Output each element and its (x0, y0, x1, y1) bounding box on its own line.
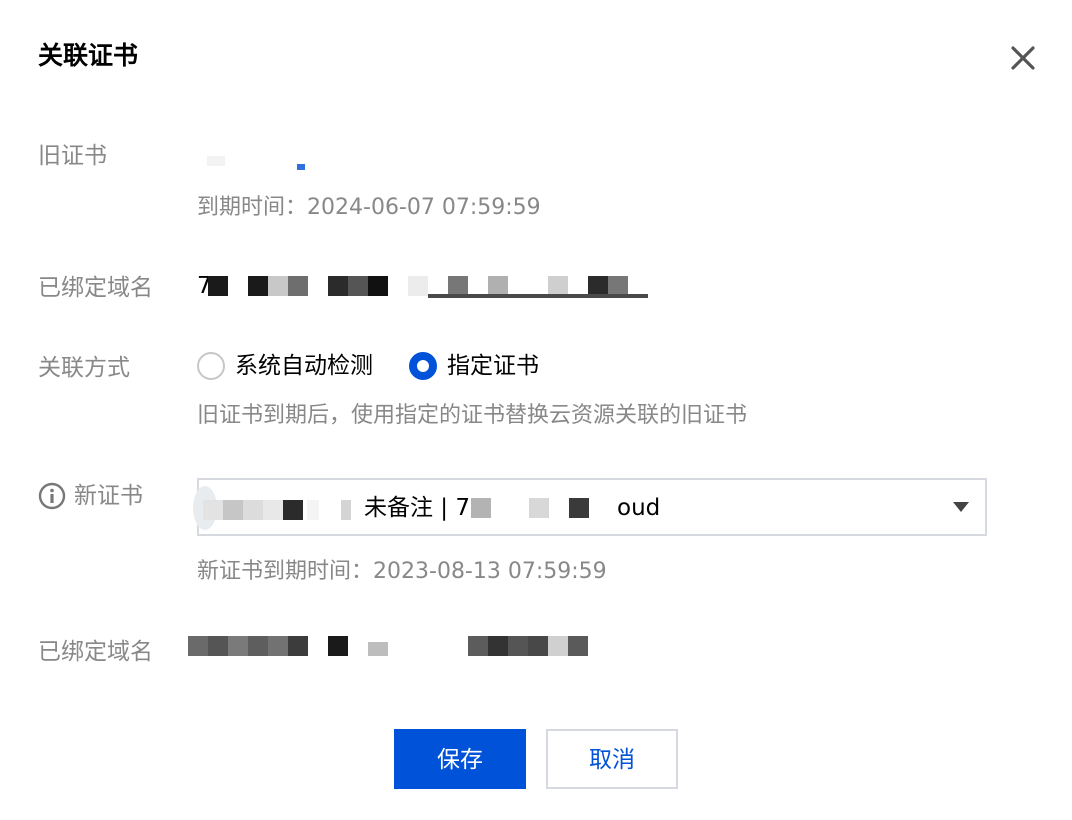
close-icon[interactable] (1003, 40, 1043, 80)
bound-domain-label-old: 已绑定域名 (38, 275, 153, 301)
new-cert-label: 新证书 (74, 483, 143, 509)
cancel-button[interactable]: 取消 (546, 729, 678, 789)
associate-cert-dialog: 关联证书 旧证书 到期时间：2024-06-07 07:59:59 已绑定域名 … (0, 0, 1072, 820)
old-cert-expiry: 到期时间：2024-06-07 07:59:59 (197, 192, 541, 224)
bound-domain-label-new: 已绑定域名 (38, 639, 153, 665)
save-button[interactable]: 保存 (394, 729, 526, 789)
caret-down-icon[interactable] (953, 502, 969, 512)
old-cert-expiry-label: 到期时间： (197, 195, 308, 220)
association-label: 关联方式 (38, 355, 130, 381)
radio-auto-detect[interactable]: 系统自动检测 (197, 350, 373, 382)
new-cert-id-redacted (193, 486, 351, 530)
new-cert-select[interactable]: 未备注 | 77 oud (193, 478, 987, 536)
bound-domain-new-redacted (188, 636, 588, 656)
bound-domain-value-redacted (208, 276, 648, 298)
radio-auto-detect-label: 系统自动检测 (235, 353, 373, 379)
radio-specify-cert-circle[interactable] (409, 352, 437, 380)
new-cert-select-value: 未备注 | 77 (364, 492, 485, 524)
dialog-title: 关联证书 (38, 41, 139, 70)
radio-auto-detect-circle[interactable] (197, 352, 225, 380)
association-radio-group: 系统自动检测 指定证书 (197, 348, 575, 384)
new-cert-expiry-label: 新证书到期时间： (197, 559, 374, 584)
new-cert-expiry: 新证书到期时间：2023-08-13 07:59:59 (197, 556, 607, 588)
info-icon[interactable] (38, 482, 66, 510)
old-cert-expiry-value: 2024-06-07 07:59:59 (307, 195, 541, 220)
new-cert-expiry-value: 2023-08-13 07:59:59 (373, 559, 607, 584)
new-cert-select-value-tail: oud (617, 495, 661, 521)
association-hint: 旧证书到期后，使用指定的证书替换云资源关联的旧证书 (197, 403, 748, 428)
radio-specify-cert-label: 指定证书 (447, 353, 539, 379)
radio-specify-cert[interactable]: 指定证书 (409, 350, 539, 382)
new-cert-domain-redacted (471, 498, 589, 518)
old-cert-label: 旧证书 (38, 143, 107, 169)
old-cert-name-redacted (207, 156, 305, 170)
new-cert-select-value-start: 未备注 | 77 (364, 495, 485, 521)
